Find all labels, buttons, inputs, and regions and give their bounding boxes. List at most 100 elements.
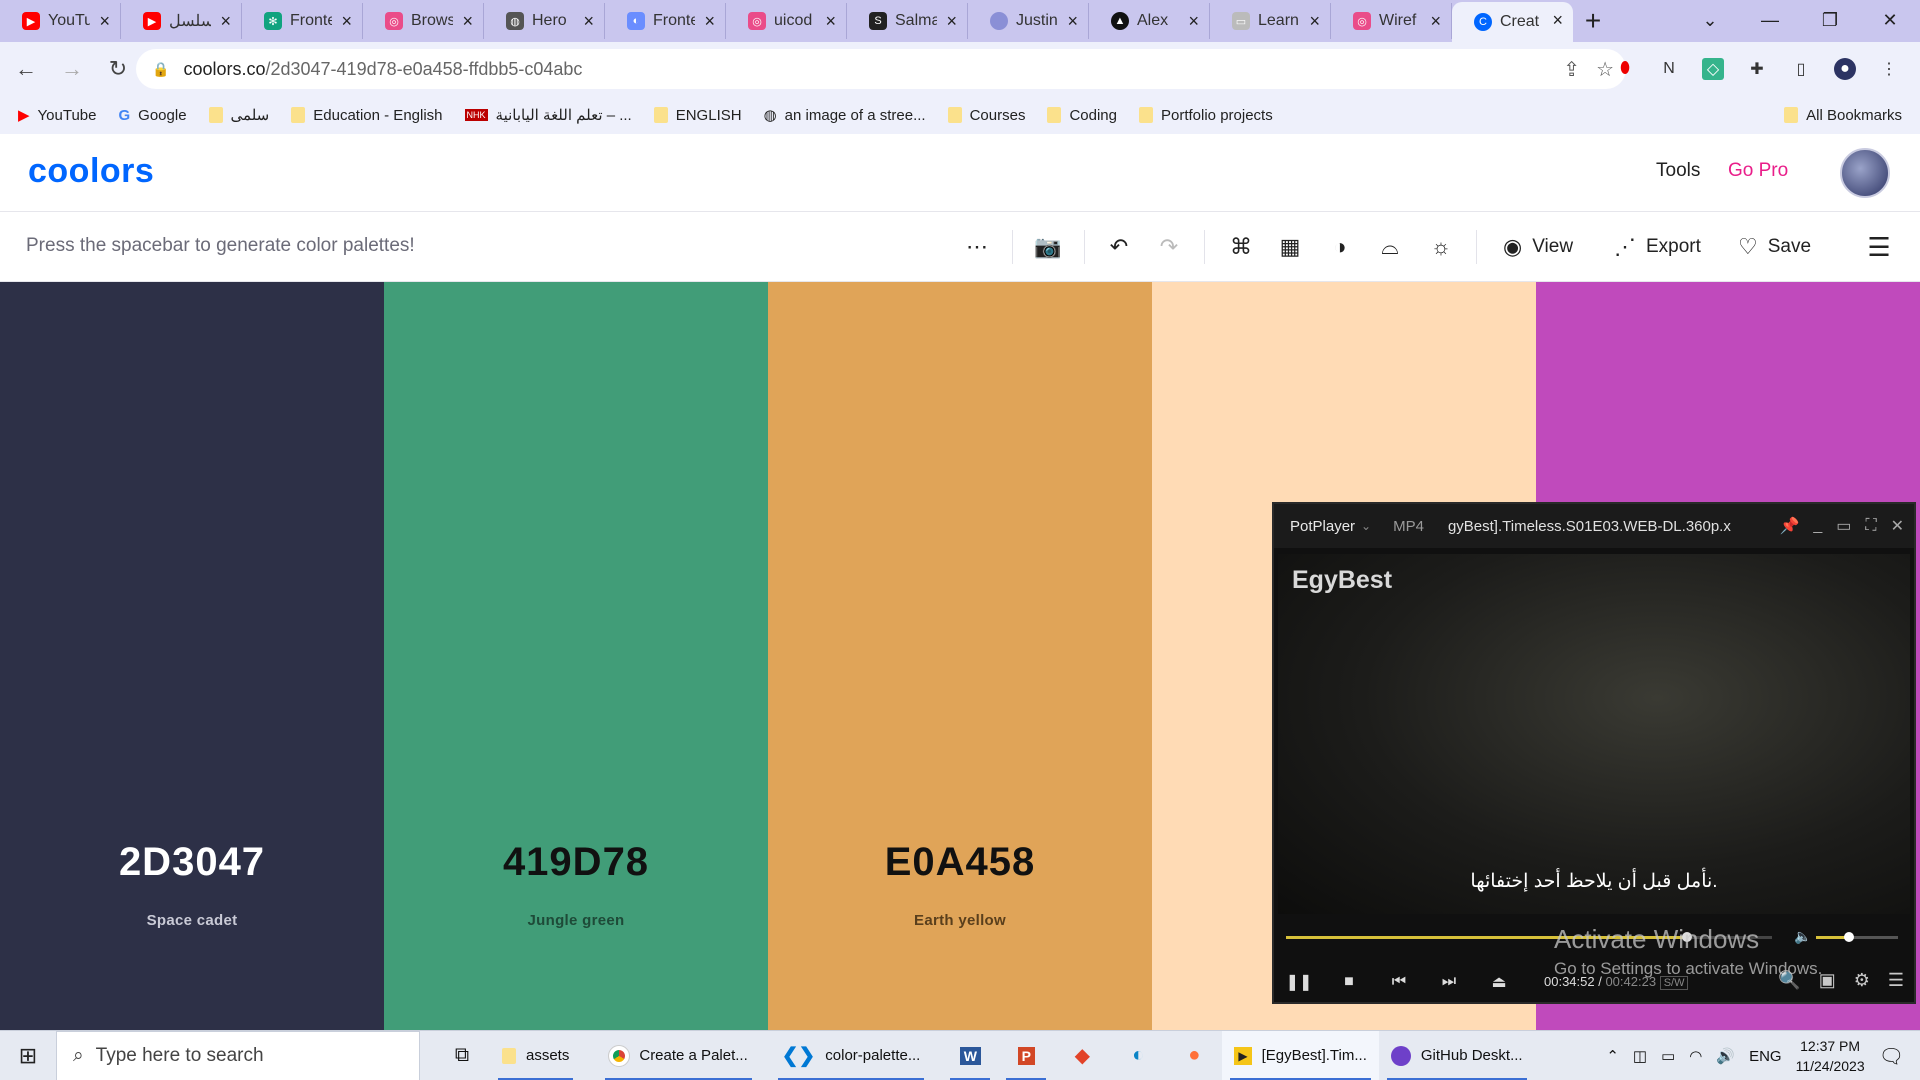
taskbar-item-vscode[interactable]: ❮❯ color-palette... bbox=[770, 1031, 933, 1080]
taskbar-item-github[interactable]: GitHub Deskt... bbox=[1379, 1031, 1535, 1080]
tab-frontend-chatgpt[interactable]: ✻ Frontend × bbox=[242, 3, 363, 39]
export-button[interactable]: ⋰ Export bbox=[1614, 232, 1701, 262]
address-bar[interactable]: 🔒 coolors.co/2d3047-419d78-e0a458-ffdbb5… bbox=[136, 49, 1626, 89]
lock-icon[interactable]: 🔒 bbox=[152, 61, 169, 78]
undo-icon[interactable]: ↶ bbox=[1104, 232, 1134, 262]
close-icon[interactable]: × bbox=[1309, 11, 1320, 32]
bookmark-image-street[interactable]: ◍ an image of a stree... bbox=[764, 106, 926, 125]
minimize-icon[interactable]: _ bbox=[1813, 517, 1822, 535]
task-view-icon[interactable]: ⧉ bbox=[434, 1031, 490, 1080]
bookmark-youtube[interactable]: ▶ YouTube bbox=[18, 106, 97, 125]
swatch-hex[interactable]: 2D3047 bbox=[0, 840, 384, 885]
firefox-icon[interactable]: ● bbox=[1166, 1031, 1222, 1080]
view-button[interactable]: ◉ View bbox=[1503, 232, 1573, 262]
tab-wiref[interactable]: ◎ Wiref × bbox=[1331, 3, 1452, 39]
close-icon[interactable]: × bbox=[462, 11, 473, 32]
nav-gopro-link[interactable]: Go Pro bbox=[1728, 160, 1788, 182]
share-icon[interactable]: ⇪ bbox=[1563, 57, 1580, 82]
pin-icon[interactable]: 📌 bbox=[1779, 516, 1799, 536]
user-avatar[interactable] bbox=[1840, 148, 1890, 198]
pause-icon[interactable]: ❚❚ bbox=[1274, 972, 1324, 992]
extension-green-icon[interactable]: ◇ bbox=[1702, 58, 1724, 80]
fullscreen-icon[interactable]: ⛶ bbox=[1865, 517, 1876, 535]
color-swatch[interactable]: E0A458 Earth yellow bbox=[768, 282, 1152, 1030]
minimize-icon[interactable]: — bbox=[1740, 0, 1800, 40]
close-icon[interactable]: × bbox=[583, 11, 594, 32]
close-icon[interactable]: × bbox=[99, 11, 110, 32]
git-icon[interactable]: ◆ bbox=[1054, 1031, 1110, 1080]
speaker-icon[interactable]: 🔊 bbox=[1716, 1047, 1735, 1065]
powerpoint-icon[interactable]: P bbox=[998, 1031, 1054, 1080]
bookmark-coding[interactable]: Coding bbox=[1047, 107, 1117, 124]
url-text[interactable]: coolors.co/2d3047-419d78-e0a458-ffdbb5-c… bbox=[183, 59, 582, 80]
close-icon[interactable]: ✕ bbox=[1891, 516, 1904, 536]
save-button[interactable]: ♡ Save bbox=[1738, 232, 1811, 262]
star-icon[interactable]: ☆ bbox=[1596, 57, 1614, 82]
bookmark-courses[interactable]: Courses bbox=[947, 107, 1025, 124]
stop-icon[interactable]: ■ bbox=[1324, 973, 1374, 991]
color-swatch[interactable]: 2D3047 Space cadet bbox=[0, 282, 384, 1030]
brightness-icon[interactable]: ☼ bbox=[1426, 232, 1456, 262]
taskbar-item-chrome[interactable]: Create a Palet... bbox=[597, 1031, 759, 1080]
more-options-icon[interactable]: ⋯ bbox=[962, 232, 992, 262]
close-icon[interactable]: × bbox=[704, 11, 715, 32]
close-icon[interactable]: × bbox=[341, 11, 352, 32]
tab-learn[interactable]: ▭ Learn × bbox=[1210, 3, 1331, 39]
settings-icon[interactable]: ⚙ bbox=[1854, 970, 1870, 991]
bookmark-google[interactable]: G Google bbox=[119, 107, 187, 124]
potplayer-brand[interactable]: PotPlayer bbox=[1290, 518, 1355, 535]
reload-icon[interactable]: ↻ bbox=[98, 49, 138, 89]
hamburger-menu-icon[interactable]: ☰ bbox=[1864, 232, 1894, 262]
taskbar-search-box[interactable]: ⌕ Type here to search bbox=[56, 1030, 420, 1080]
notifications-icon[interactable]: 🗨 bbox=[1879, 1044, 1904, 1069]
volume-bar-rest[interactable] bbox=[1848, 936, 1898, 939]
clock[interactable]: 12:37 PM 11/24/2023 bbox=[1796, 1036, 1865, 1076]
coolors-logo[interactable]: coolors bbox=[28, 152, 154, 191]
close-icon[interactable]: × bbox=[1552, 10, 1563, 31]
shapes-icon[interactable]: ⌘ bbox=[1226, 232, 1256, 262]
edge-icon[interactable]: ◐ bbox=[1110, 1031, 1166, 1080]
windows-start-icon[interactable]: ⊞ bbox=[0, 1031, 56, 1080]
grid-icon[interactable]: ▦ bbox=[1275, 232, 1305, 262]
tab-youtube-series[interactable]: ▶ مسلسل × bbox=[121, 3, 242, 39]
taskbar-item-potplayer[interactable]: ▶ [EgyBest].Tim... bbox=[1222, 1030, 1379, 1080]
close-icon[interactable]: × bbox=[1067, 11, 1078, 32]
close-icon[interactable]: × bbox=[825, 11, 836, 32]
contrast-icon[interactable]: ◑ bbox=[1325, 232, 1355, 262]
tab-create-palette[interactable]: C Creat × bbox=[1452, 2, 1573, 42]
sidepanel-icon[interactable]: ▯ bbox=[1790, 58, 1812, 80]
tab-youtube[interactable]: ▶ YouTube × bbox=[0, 3, 121, 39]
notion-icon[interactable]: N bbox=[1658, 58, 1680, 80]
camera-icon[interactable]: 📷 bbox=[1033, 232, 1063, 262]
bookmark-english[interactable]: ENGLISH bbox=[653, 107, 742, 124]
eject-icon[interactable]: ⏏ bbox=[1474, 972, 1524, 992]
tab-browse[interactable]: ◎ Browse × bbox=[363, 3, 484, 39]
redo-icon[interactable]: ↷ bbox=[1154, 232, 1184, 262]
tab-uicod[interactable]: ◎ uicod × bbox=[726, 3, 847, 39]
bookmark-salma[interactable]: سلمى bbox=[208, 106, 269, 124]
tab-search-icon[interactable]: ⌄ bbox=[1680, 0, 1740, 40]
restore-icon[interactable]: ❐ bbox=[1800, 0, 1860, 40]
glasses-icon[interactable]: ⌓ bbox=[1375, 232, 1405, 262]
forward-icon[interactable]: → bbox=[52, 49, 92, 89]
wifi-icon[interactable]: ◠ bbox=[1689, 1047, 1702, 1065]
maximize-icon[interactable]: ▭ bbox=[1836, 516, 1851, 536]
close-window-icon[interactable]: ✕ bbox=[1860, 0, 1920, 40]
swatch-hex[interactable]: 419D78 bbox=[384, 840, 768, 885]
tab-hero[interactable]: ◍ Hero × bbox=[484, 3, 605, 39]
bookmark-japanese[interactable]: NHK تعلم اللغة اليابانية – ... bbox=[464, 106, 632, 124]
menu-icon[interactable]: ☰ bbox=[1888, 970, 1904, 991]
close-icon[interactable]: × bbox=[220, 11, 231, 32]
all-bookmarks[interactable]: All Bookmarks bbox=[1784, 96, 1902, 134]
tab-frontend[interactable]: ◐ Frontend × bbox=[605, 3, 726, 39]
color-swatch[interactable]: 419D78 Jungle green bbox=[384, 282, 768, 1030]
close-icon[interactable]: × bbox=[1188, 11, 1199, 32]
menu-dots-icon[interactable]: ⋮ bbox=[1878, 58, 1900, 80]
tab-alex[interactable]: ▲ Alex × bbox=[1089, 3, 1210, 39]
volume-knob[interactable] bbox=[1844, 932, 1854, 942]
profile-avatar-icon[interactable]: ● bbox=[1834, 58, 1856, 80]
swatch-hex[interactable]: E0A458 bbox=[768, 840, 1152, 885]
nav-tools-link[interactable]: Tools bbox=[1656, 160, 1700, 182]
chevron-down-icon[interactable]: ⌄ bbox=[1361, 519, 1371, 533]
new-tab-button[interactable]: + bbox=[1573, 3, 1613, 39]
